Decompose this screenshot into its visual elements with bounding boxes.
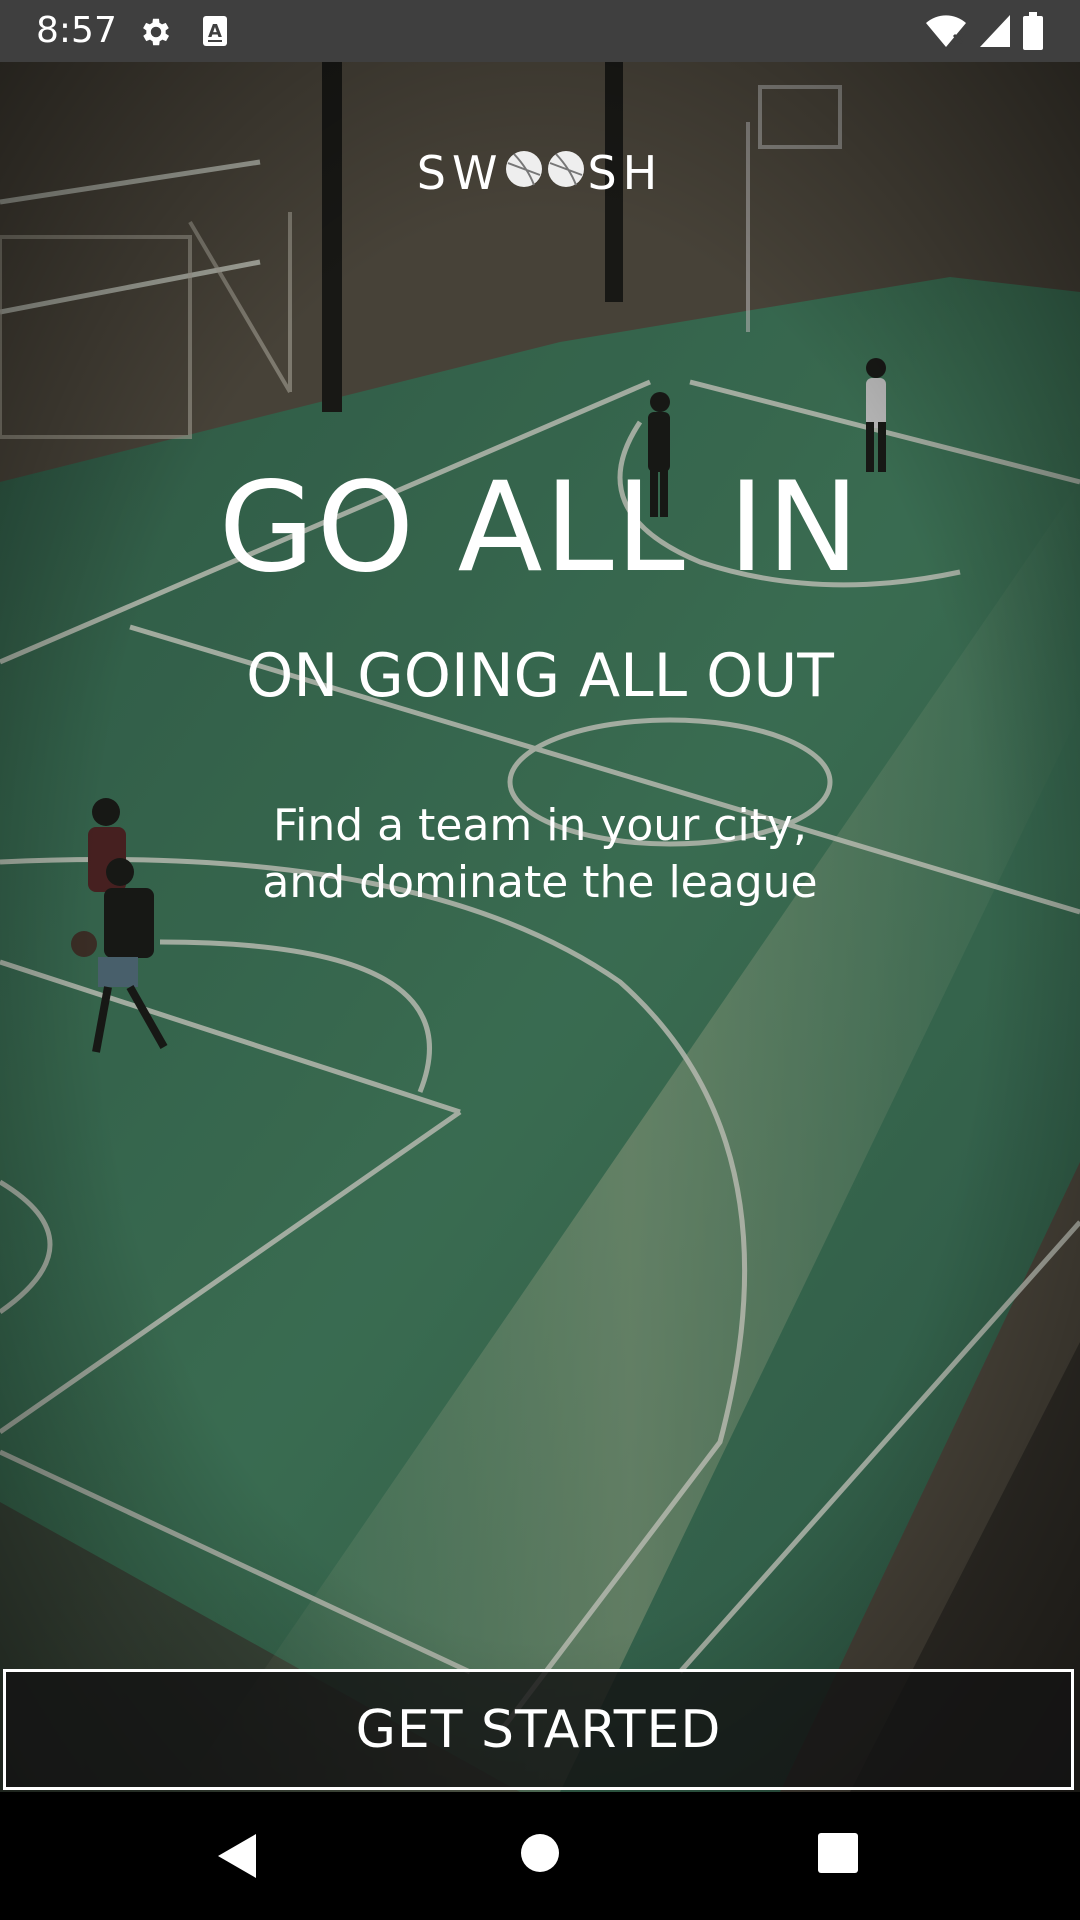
home-circle-icon[interactable] <box>519 1832 561 1878</box>
back-triangle-icon[interactable] <box>216 1832 260 1884</box>
recents-square-icon[interactable] <box>817 1832 859 1878</box>
battery-icon <box>1022 12 1044 54</box>
system-nav-bar <box>0 1794 1080 1920</box>
hero-headline: GO ALL IN <box>218 456 862 600</box>
status-icons <box>924 12 1044 54</box>
status-bar: 8:57 A <box>0 0 1080 62</box>
svg-text:A: A <box>208 21 222 42</box>
basketball-icon <box>546 146 586 200</box>
wifi-icon <box>924 13 968 53</box>
court-background-image <box>0 62 1080 1792</box>
swoosh-logo: SW SH <box>0 146 1080 200</box>
logo-text-left: SW <box>416 146 504 200</box>
basketball-icon <box>504 146 544 200</box>
hero-tagline: Find a team in your city, and dominate t… <box>262 800 818 908</box>
a-keyboard-icon: A <box>202 15 228 51</box>
get-started-button[interactable]: GET STARTED <box>3 1669 1074 1790</box>
app-screen: 8:57 A SW SH GO ALL IN ON GOING ALL OUT … <box>0 0 1080 1920</box>
cell-signal-icon <box>978 13 1012 53</box>
logo-text-right: SH <box>587 146 664 200</box>
hero-subheadline: ON GOING ALL OUT <box>246 641 834 711</box>
status-time: 8:57 <box>36 10 117 51</box>
settings-gear-icon <box>138 14 174 54</box>
